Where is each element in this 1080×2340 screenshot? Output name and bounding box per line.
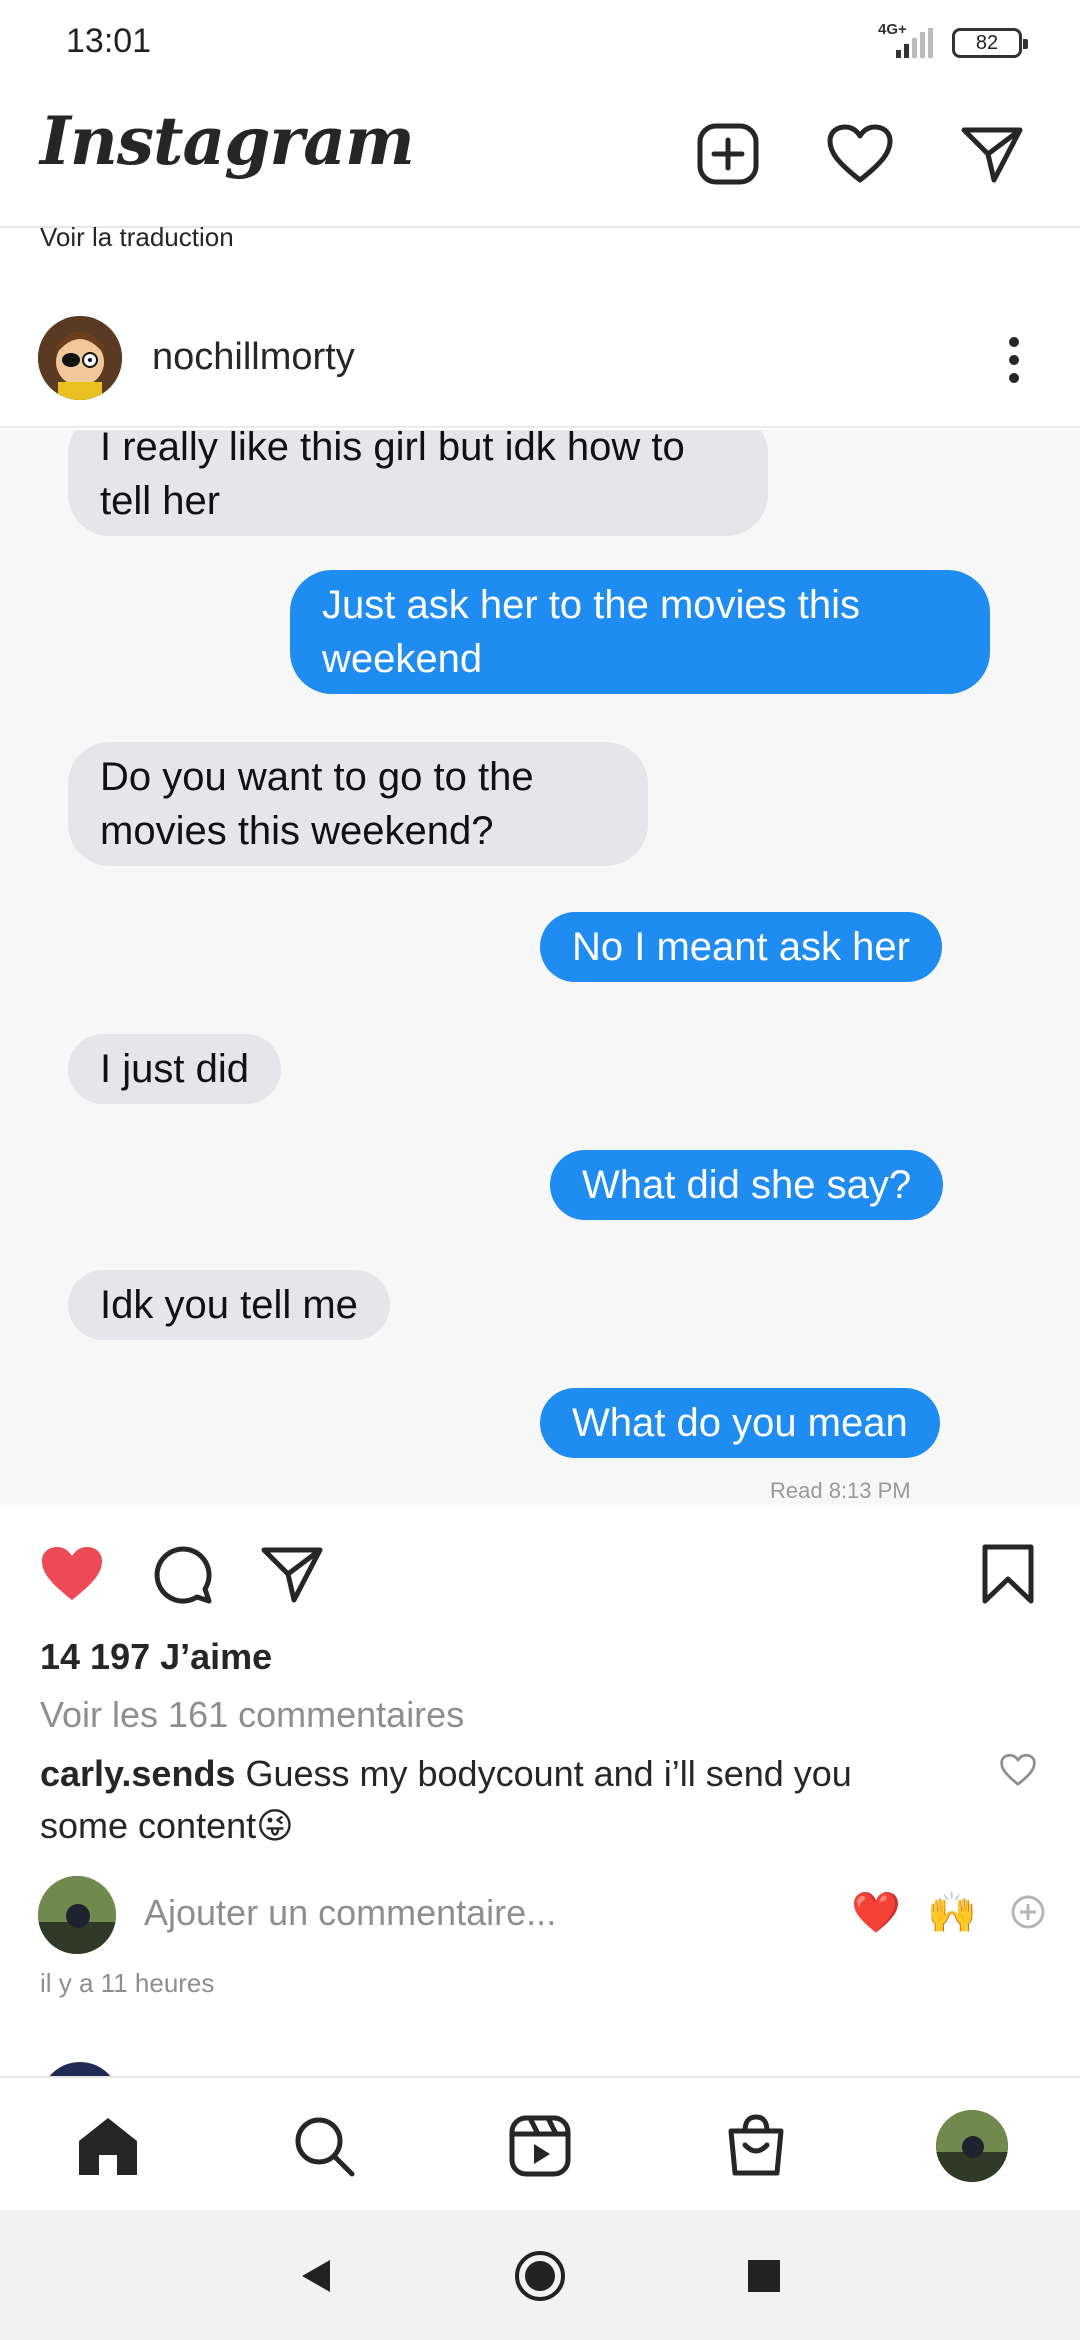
comment-icon[interactable] (144, 1536, 220, 1612)
read-receipt: Read 8:13 PM (770, 1478, 911, 1503)
back-icon[interactable] (286, 2246, 346, 2306)
post-image[interactable]: I really like this girl but idk how to t… (0, 430, 1080, 1505)
system-nav-bar (0, 2210, 1080, 2340)
like-heart-icon[interactable] (34, 1536, 110, 1612)
recents-icon[interactable] (734, 2246, 794, 2306)
status-time: 13:01 (66, 22, 152, 60)
direct-message-icon[interactable] (954, 116, 1030, 192)
message-bubble-out: Just ask her to the movies this weekend (290, 570, 990, 694)
like-count[interactable]: 14 197 J’aime (40, 1636, 272, 1678)
signal-icon (896, 28, 933, 58)
top-app-bar: Instagram (0, 90, 1080, 228)
search-icon[interactable] (286, 2108, 362, 2184)
status-bar: 13:01 4G+ 82 (0, 0, 1080, 90)
message-bubble-in: Do you want to go to the movies this wee… (68, 742, 648, 866)
comment-emoji: 😜 (256, 1805, 294, 1846)
bottom-nav (0, 2076, 1080, 2210)
comment-username[interactable]: carly.sends (40, 1753, 235, 1794)
comment-like-heart-icon[interactable] (1000, 1752, 1036, 1788)
share-icon[interactable] (254, 1536, 330, 1612)
battery-indicator: 82 (952, 28, 1028, 58)
add-comment-input[interactable]: Ajouter un commentaire... (144, 1892, 556, 1934)
post-actions (0, 1530, 1080, 1620)
message-bubble-in: I really like this girl but idk how to t… (68, 430, 768, 536)
my-avatar (38, 1876, 116, 1954)
post-header: nochillmorty (0, 300, 1080, 428)
reels-icon[interactable] (502, 2108, 578, 2184)
add-post-icon[interactable] (690, 116, 766, 192)
more-options-icon[interactable] (994, 330, 1034, 390)
shop-icon[interactable] (718, 2108, 794, 2184)
see-translation-link[interactable]: Voir la traduction (40, 222, 234, 253)
home-button-icon[interactable] (510, 2246, 570, 2306)
message-bubble-out: What did she say? (550, 1150, 944, 1220)
profile-avatar[interactable] (934, 2108, 1010, 2184)
message-bubble-out: No I meant ask her (540, 912, 942, 982)
add-emoji-icon[interactable] (1000, 1884, 1056, 1940)
bookmark-icon[interactable] (970, 1536, 1046, 1612)
heart-icon[interactable] (822, 116, 898, 192)
post-timestamp: il y a 11 heures (40, 1968, 215, 1998)
add-comment-row: Ajouter un commentaire... ❤️ 🙌 (0, 1870, 1080, 1960)
quick-emoji-heart[interactable]: ❤️ (848, 1884, 904, 1940)
message-bubble-in: I just did (68, 1034, 281, 1104)
message-bubble-in: Idk you tell me (68, 1270, 390, 1340)
view-comments-link[interactable]: Voir les 161 commentaires (40, 1694, 464, 1736)
instagram-logo[interactable]: Instagram (40, 102, 415, 180)
top-comment: carly.sends Guess my bodycount and i’ll … (40, 1748, 940, 1852)
quick-emoji-raised-hands[interactable]: 🙌 (924, 1884, 980, 1940)
author-avatar[interactable] (38, 316, 122, 400)
home-icon[interactable] (70, 2108, 146, 2184)
message-bubble-out: What do you mean (540, 1388, 940, 1458)
post-author-username[interactable]: nochillmorty (152, 336, 355, 379)
